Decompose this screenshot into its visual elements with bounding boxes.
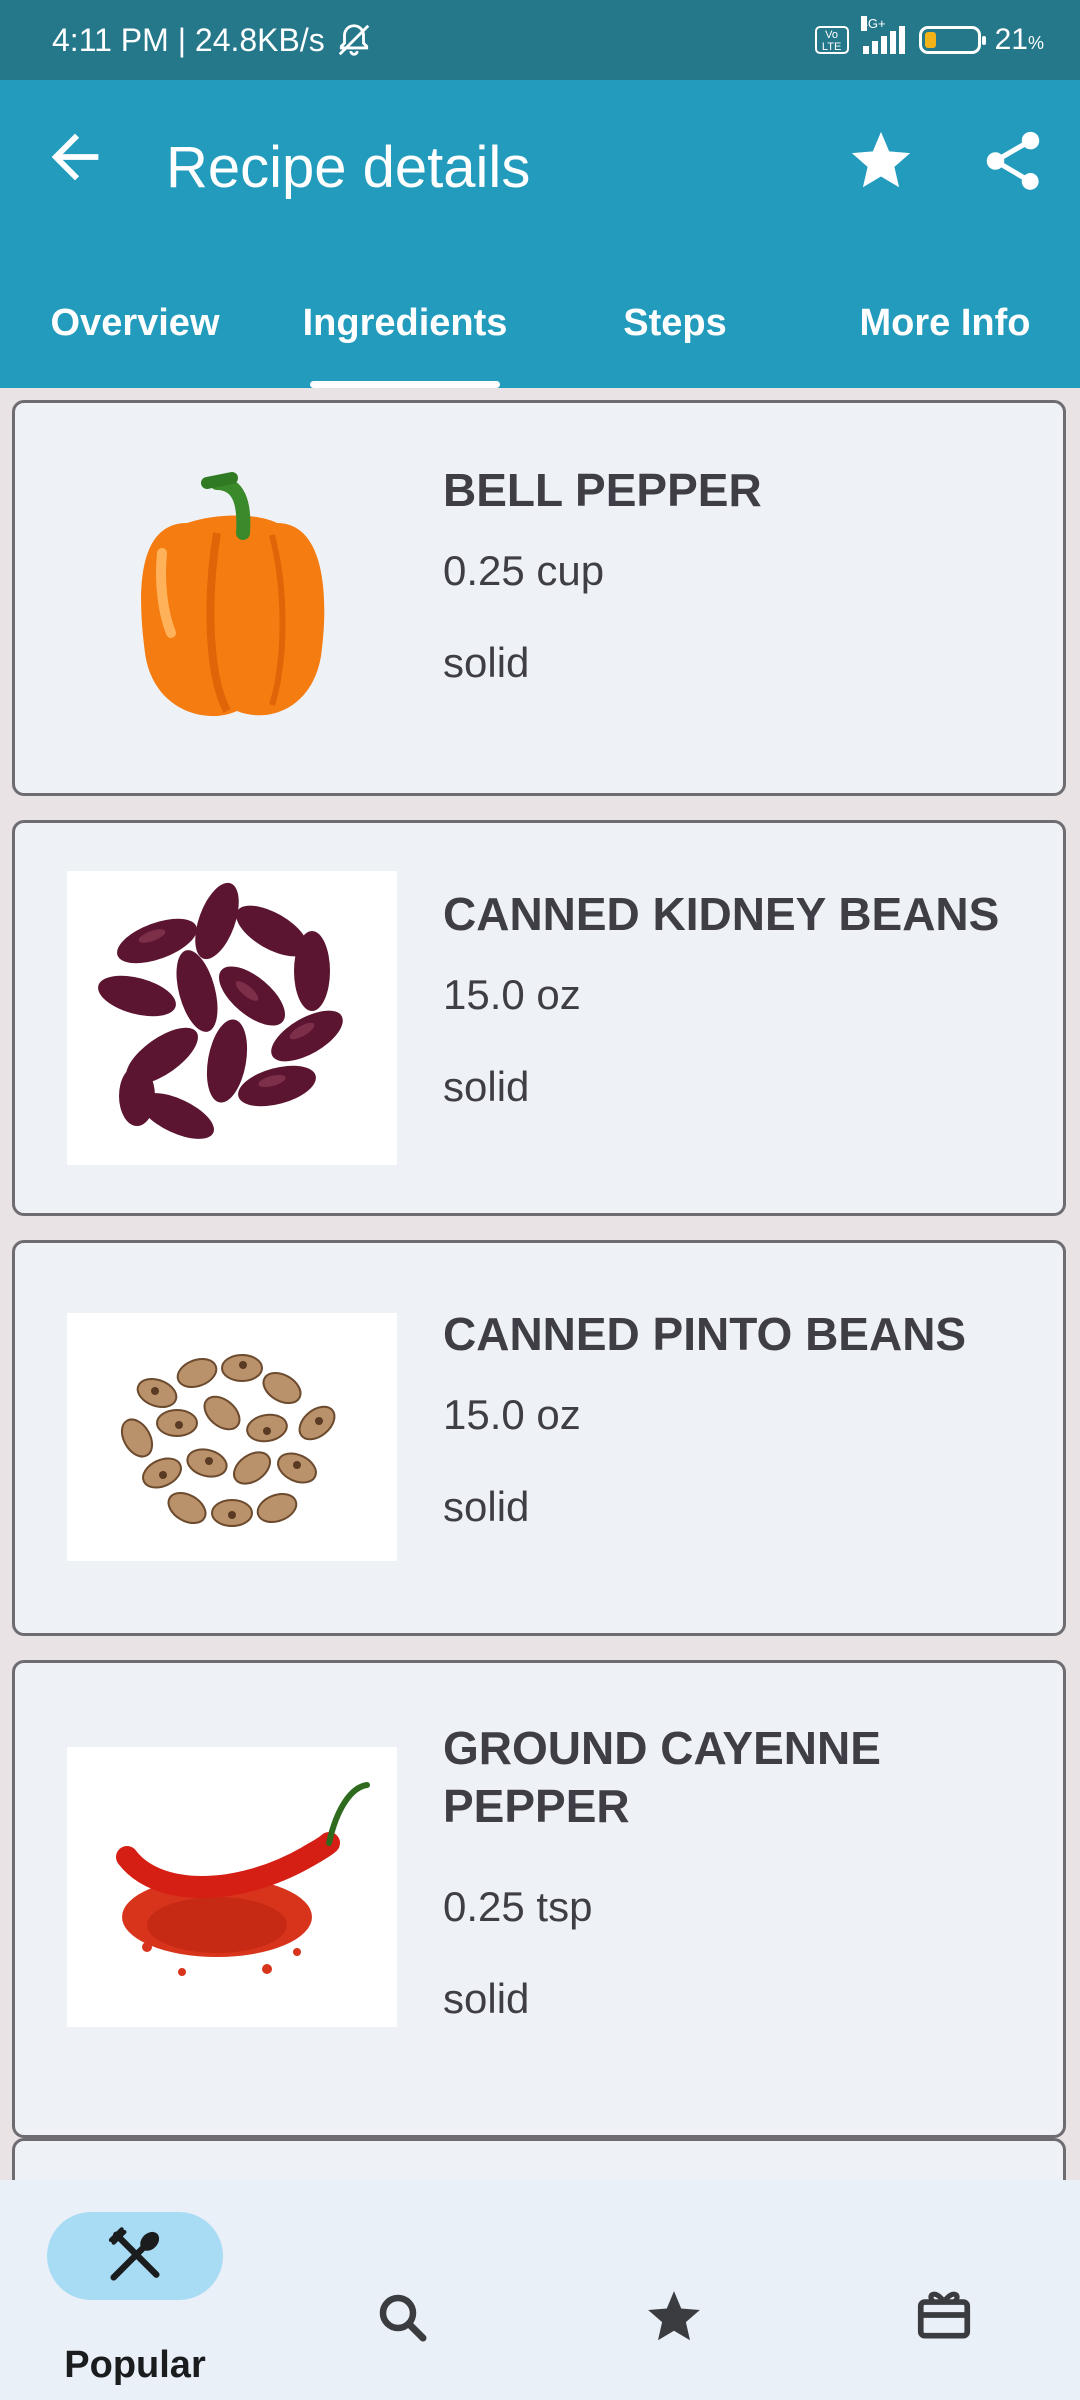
mute-bell-icon bbox=[338, 24, 370, 56]
ingredient-card[interactable]: GROUND CAYENNE PEPPER 0.25 tsp solid bbox=[12, 1660, 1066, 2138]
status-left: 4:11 PM | 24.8KB/s bbox=[52, 0, 373, 80]
tab-more-info[interactable]: More Info bbox=[810, 290, 1080, 386]
bottom-navigation: Popular bbox=[0, 2180, 1080, 2400]
ingredient-type: solid bbox=[443, 1063, 530, 1110]
ingredient-name: GROUND CAYENNE PEPPER bbox=[443, 1722, 881, 1832]
ingredient-card[interactable]: CANNED PINTO BEANS 15.0 oz solid bbox=[12, 1240, 1066, 1636]
battery-icon bbox=[918, 26, 986, 54]
battery-percent: 21% bbox=[995, 23, 1044, 57]
ingredient-card[interactable]: BELL PEPPER 0.25 cup solid bbox=[12, 400, 1066, 796]
page-title: Recipe details bbox=[166, 135, 531, 200]
ingredient-type: solid bbox=[443, 1483, 530, 1530]
ingredient-amount: 0.25 cup bbox=[443, 547, 605, 594]
cayenne-pepper-image bbox=[67, 1747, 397, 2027]
tab-overview[interactable]: Overview bbox=[0, 290, 270, 386]
kidney-beans-illustration bbox=[98, 882, 343, 1139]
nav-item-gifts[interactable] bbox=[810, 2180, 1080, 2400]
tab-bar: Overview Ingredients Steps More Info bbox=[0, 290, 1080, 388]
battery-percent-value: 21 bbox=[994, 23, 1028, 56]
bell-pepper-image bbox=[67, 443, 397, 753]
nav-item-favorites[interactable] bbox=[540, 2180, 810, 2400]
ingredient-amount: 15.0 oz bbox=[443, 971, 581, 1018]
ingredient-card[interactable] bbox=[12, 2138, 1066, 2180]
status-right: Vo LTE 4G+ 21% bbox=[814, 0, 1044, 80]
cayenne-pepper-illustration bbox=[116, 1782, 370, 1976]
app-bar: Recipe details Overview Ingredients Step… bbox=[0, 80, 1080, 388]
volte-icon: Vo LTE bbox=[814, 26, 849, 54]
nav-item-popular[interactable]: Popular bbox=[0, 2180, 270, 2400]
tab-ingredients[interactable]: Ingredients bbox=[270, 290, 540, 388]
tab-steps[interactable]: Steps bbox=[540, 290, 810, 386]
nav-item-search[interactable] bbox=[270, 2180, 540, 2400]
share-icon[interactable] bbox=[978, 126, 1048, 196]
bell-pepper-illustration bbox=[141, 472, 325, 717]
ingredient-amount: 15.0 oz bbox=[443, 1391, 581, 1438]
battery-percent-unit: % bbox=[1027, 33, 1044, 53]
status-time-speed: 4:11 PM | 24.8KB/s bbox=[52, 21, 325, 58]
ingredient-card[interactable]: CANNED KIDNEY BEANS 15.0 oz solid bbox=[12, 820, 1066, 1216]
ingredient-amount: 0.25 tsp bbox=[443, 1883, 593, 1930]
ingredient-list[interactable]: BELL PEPPER 0.25 cup solid CANNED KIDNEY… bbox=[0, 388, 1080, 2180]
status-bar: 4:11 PM | 24.8KB/s Vo LTE 4G+ 21% bbox=[0, 0, 1080, 80]
star-icon bbox=[648, 2291, 700, 2341]
fork-spoon-icon bbox=[108, 2227, 160, 2281]
signal-icon: 4G+ bbox=[860, 16, 905, 54]
pinto-beans-image bbox=[67, 1313, 397, 1561]
nav-label: Popular bbox=[64, 2344, 206, 2386]
kidney-beans-image bbox=[67, 871, 397, 1165]
ingredient-name: CANNED KIDNEY BEANS bbox=[443, 888, 1000, 940]
battery-level-fill bbox=[924, 32, 936, 48]
ingredient-name: CANNED PINTO BEANS bbox=[443, 1308, 967, 1360]
gift-box-icon bbox=[917, 2291, 971, 2339]
ingredient-type: solid bbox=[443, 1975, 530, 2022]
pinto-beans-illustration bbox=[120, 1354, 336, 1527]
favorite-star-icon[interactable] bbox=[846, 126, 916, 196]
back-arrow-icon[interactable] bbox=[40, 122, 110, 192]
search-icon bbox=[379, 2294, 427, 2342]
network-type: 4G+ bbox=[860, 16, 886, 31]
ingredient-type: solid bbox=[443, 639, 530, 686]
ingredient-name: BELL PEPPER bbox=[443, 464, 762, 516]
